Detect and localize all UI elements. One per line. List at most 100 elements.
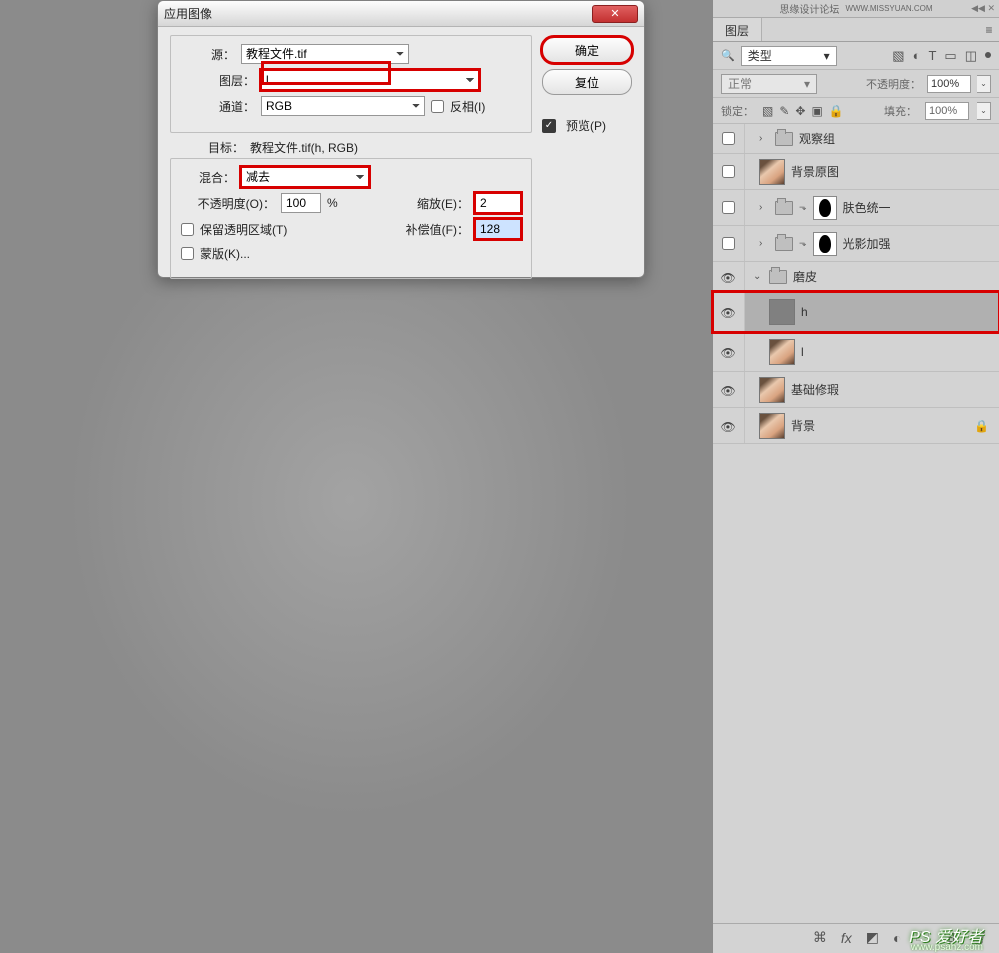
delete-layer-icon[interactable]: 🗑: [969, 929, 987, 946]
close-button[interactable]: ✕: [592, 5, 638, 23]
blend-mode-select[interactable]: 正常▾: [721, 74, 817, 94]
filter-smart-icon[interactable]: ◫: [965, 48, 977, 64]
new-group-icon[interactable]: 🗀: [915, 926, 929, 950]
invert-checkbox[interactable]: [431, 100, 444, 113]
link-layers-icon[interactable]: ⌘: [813, 929, 827, 946]
channel-select[interactable]: RGB: [261, 96, 425, 116]
blend-select[interactable]: 减去: [241, 167, 369, 187]
dialog-titlebar[interactable]: 应用图像 ✕: [158, 1, 644, 27]
lock-paint-icon[interactable]: ✎: [779, 104, 789, 118]
reset-button[interactable]: 复位: [542, 69, 632, 95]
opacity-stepper[interactable]: ⌄: [977, 75, 991, 93]
folder-icon: [775, 201, 793, 215]
fx-icon[interactable]: fx: [841, 930, 852, 946]
visibility-toggle[interactable]: [722, 201, 735, 214]
layer-thumbnail: [769, 339, 795, 365]
visibility-toggle[interactable]: [722, 237, 735, 250]
eye-icon[interactable]: 👁: [721, 306, 737, 318]
layer-thumbnail: [759, 159, 785, 185]
filter-text-icon[interactable]: T: [928, 48, 936, 64]
ok-button[interactable]: 确定: [542, 37, 632, 63]
blend-fieldset: 混合： 减去 不透明度(O)： % 缩放(E)： 保留透明区域(T) 补偿值(F…: [170, 158, 532, 279]
preview-label: 预览(P): [566, 117, 606, 134]
offset-input[interactable]: [475, 219, 521, 239]
filter-image-icon[interactable]: ▧: [892, 48, 904, 64]
preserve-transparency-checkbox[interactable]: [181, 223, 194, 236]
fill-label: 填充：: [884, 103, 917, 119]
layers-panel-footer: ⌘ fx ◩ ◐ 🗀 ⊞ 🗑: [713, 923, 999, 951]
panel-tabs: 图层 ≡: [713, 18, 999, 42]
opacity-unit: %: [327, 196, 338, 210]
mask-thumbnail: [813, 196, 837, 220]
layer-l[interactable]: 👁 l: [713, 332, 999, 372]
layer-thumbnail: [759, 377, 785, 403]
lock-artboard-icon[interactable]: ▣: [811, 104, 822, 118]
scale-label: 缩放(E)：: [417, 195, 469, 212]
layer-thumbnail: [769, 299, 795, 325]
channel-label: 通道：: [181, 98, 255, 115]
layer-base-fix[interactable]: 👁 基础修瑕: [713, 372, 999, 408]
layer-h[interactable]: 👁 h: [713, 292, 999, 332]
lock-row: 锁定： ▧ ✎ ✥ ▣ 🔒 填充： 100% ⌄: [713, 98, 999, 124]
layer-group-skin[interactable]: › ⬎ 肤色统一: [713, 190, 999, 226]
lock-icon: 🔒: [974, 419, 989, 433]
preview-check-row[interactable]: ✓ 预览(P): [542, 117, 632, 134]
apply-image-dialog: 应用图像 ✕ 源： 教程文件.tif 图层： l 通道： RGB 反相(I): [157, 0, 645, 278]
offset-label: 补偿值(F)：: [406, 221, 469, 238]
layer-label: 光影加强: [843, 235, 891, 252]
folder-icon: [775, 132, 793, 146]
scale-input[interactable]: [475, 193, 521, 213]
layer-label: 基础修瑕: [791, 381, 839, 398]
filter-toggle-icon[interactable]: [985, 52, 991, 58]
panel-window-controls[interactable]: ◀◀ ✕: [971, 3, 995, 14]
chevron-right-icon[interactable]: ›: [759, 133, 769, 144]
forum-url: WWW.MISSYUAN.COM: [845, 4, 932, 13]
layer-background[interactable]: 👁 背景 🔒: [713, 408, 999, 444]
layers-panel: 思缘设计论坛 WWW.MISSYUAN.COM ◀◀ ✕ 图层 ≡ 🔍 类型▾ …: [712, 0, 999, 953]
tab-layers[interactable]: 图层: [713, 18, 762, 41]
layer-group-observe[interactable]: › 观察组: [713, 124, 999, 154]
adjustment-icon[interactable]: ◐: [893, 930, 901, 946]
layer-group-light[interactable]: › ⬎ 光影加强: [713, 226, 999, 262]
filter-adjust-icon[interactable]: ◐: [913, 48, 921, 64]
eye-icon[interactable]: 👁: [721, 346, 737, 358]
mask-checkbox[interactable]: [181, 247, 194, 260]
layer-group-mopi[interactable]: 👁 ⌄ 磨皮: [713, 262, 999, 292]
eye-icon[interactable]: 👁: [721, 384, 737, 396]
panel-menu-icon[interactable]: ≡: [979, 18, 999, 41]
lock-transparent-icon[interactable]: ▧: [762, 104, 773, 118]
preview-checkbox[interactable]: ✓: [542, 119, 556, 133]
lock-all-icon[interactable]: 🔒: [829, 104, 844, 118]
mask-icon[interactable]: ◩: [866, 929, 879, 946]
eye-icon[interactable]: 👁: [721, 420, 737, 432]
layer-label: 图层：: [181, 72, 255, 89]
source-select[interactable]: 教程文件.tif: [241, 44, 409, 64]
filter-type-icons[interactable]: ▧ ◐ T ▭ ◫: [892, 48, 991, 64]
search-icon: 🔍: [721, 49, 735, 62]
invert-label: 反相(I): [450, 98, 485, 115]
forum-text: 思缘设计论坛: [779, 1, 839, 16]
visibility-toggle[interactable]: [722, 132, 735, 145]
filter-kind-select[interactable]: 类型▾: [741, 46, 837, 66]
layer-label: h: [801, 305, 808, 319]
visibility-toggle[interactable]: [722, 165, 735, 178]
layer-select[interactable]: l: [261, 70, 479, 90]
layer-opacity-input[interactable]: 100%: [927, 75, 971, 93]
chevron-down-icon[interactable]: ⌄: [753, 271, 763, 282]
chevron-right-icon[interactable]: ›: [759, 202, 769, 213]
layer-fill-input[interactable]: 100%: [925, 102, 969, 120]
eye-icon[interactable]: 👁: [721, 271, 737, 283]
opacity-label: 不透明度(O)：: [181, 195, 275, 212]
layer-bg-original[interactable]: 背景原图: [713, 154, 999, 190]
lock-label: 锁定：: [721, 103, 754, 119]
layer-label: 肤色统一: [843, 199, 891, 216]
fill-stepper[interactable]: ⌄: [977, 102, 991, 120]
new-layer-icon[interactable]: ⊞: [943, 929, 955, 946]
lock-position-icon[interactable]: ✥: [795, 104, 805, 118]
layer-label: 磨皮: [793, 268, 817, 285]
folder-icon: [769, 270, 787, 284]
opacity-input[interactable]: [281, 193, 321, 213]
filter-shape-icon[interactable]: ▭: [944, 48, 956, 64]
chevron-right-icon[interactable]: ›: [759, 238, 769, 249]
target-value: 教程文件.tif(h, RGB): [250, 139, 358, 156]
